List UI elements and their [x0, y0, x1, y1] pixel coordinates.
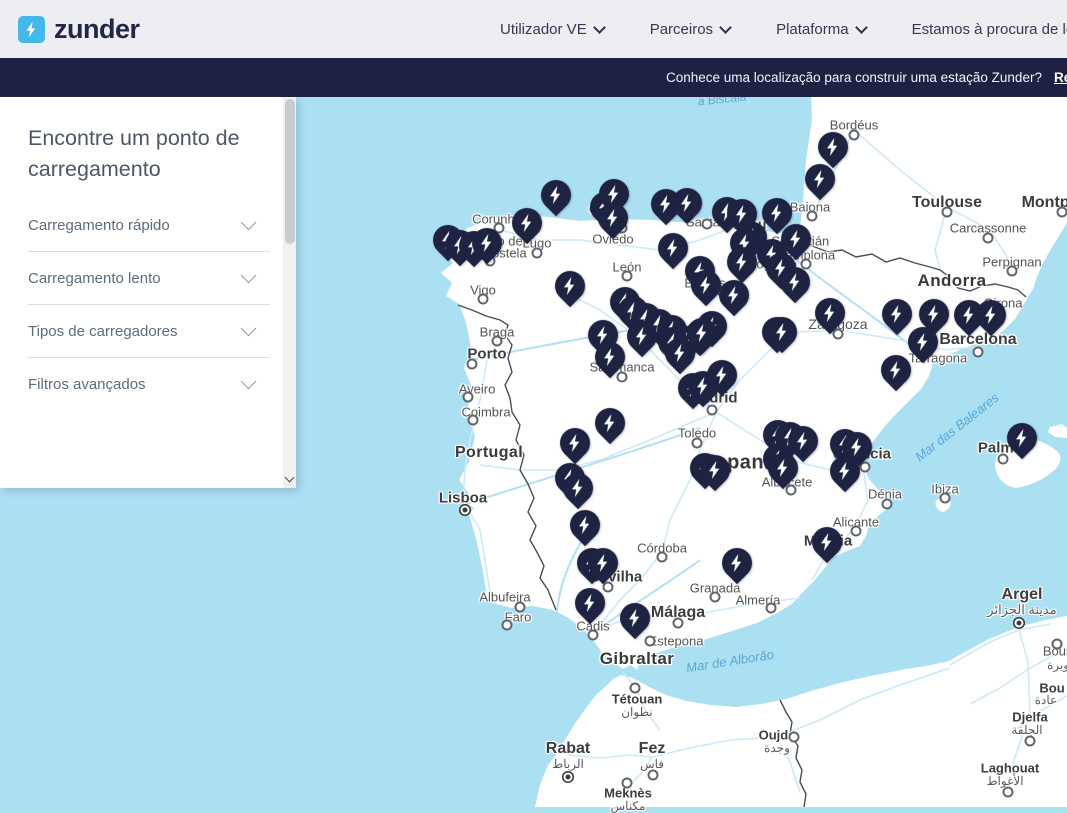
city-dot-marker [833, 329, 844, 340]
city-dot-marker [463, 392, 474, 403]
zunder-bolt-icon [18, 16, 45, 43]
scrollbar-down-button[interactable] [283, 471, 296, 487]
city-dot-marker [603, 582, 614, 593]
filter-accordion[interactable]: Carregamento lento [0, 252, 296, 304]
nav-item[interactable]: Estamos à procura de lo [912, 21, 1067, 38]
city-dot-marker [702, 219, 713, 230]
city-target-marker [1017, 621, 1022, 626]
city-label: مكناس [611, 799, 646, 813]
city-dot-marker [630, 683, 641, 694]
city-label: Fez [639, 740, 666, 758]
chevron-down-icon [719, 21, 732, 34]
city-dot-marker [622, 778, 633, 789]
city-dot-marker [973, 347, 984, 358]
city-label: عادة [1035, 693, 1057, 707]
chevron-down-icon [241, 321, 257, 337]
chevron-down-icon [593, 21, 606, 34]
promo-banner: Conhece uma localização para construir u… [0, 58, 1067, 97]
city-dot-marker [983, 233, 994, 244]
filter-label: Carregamento lento [28, 270, 161, 287]
city-dot-marker [617, 372, 628, 383]
filter-accordion[interactable]: Filtros avançados [0, 358, 296, 410]
city-label: Estepona [649, 634, 704, 649]
city-dot-marker [707, 405, 718, 416]
city-dot-marker [766, 603, 777, 614]
city-dot-marker [502, 620, 513, 631]
city-dot-marker [588, 630, 599, 641]
chevron-down-icon [241, 215, 257, 231]
city-dot-marker [1003, 787, 1014, 798]
nav-item-label: Parceiros [650, 21, 713, 38]
city-dot-marker [657, 552, 668, 563]
zunder-logo[interactable]: zunder [18, 16, 140, 43]
city-label: Rabat [546, 740, 590, 758]
chevron-down-icon [855, 21, 868, 34]
city-label: مدينة الجزائر [987, 602, 1056, 618]
filters-list: Carregamento rápido Carregamento lento Tip… [0, 199, 296, 410]
brand-name: zunder [54, 16, 140, 43]
city-dot-marker [851, 526, 862, 537]
nav-item-label: Utilizador VE [500, 21, 587, 38]
filter-accordion[interactable]: Carregamento rápido [0, 199, 296, 251]
city-target-marker [463, 508, 468, 513]
city-label: Lisboa [439, 490, 487, 507]
city-label: بويرة [1047, 658, 1067, 672]
city-dot-marker [1057, 207, 1067, 218]
city-dot-marker [492, 336, 503, 347]
scrollbar-thumb[interactable] [285, 99, 295, 244]
filter-label: Filtros avançados [28, 376, 146, 393]
nav-item[interactable]: Plataforma [776, 21, 866, 38]
city-dot-marker [998, 454, 1009, 465]
region-label: Andorra [918, 271, 987, 291]
city-label: نطوان [621, 705, 653, 719]
panel-scrollbar[interactable] [283, 97, 296, 488]
city-dot-marker [478, 294, 489, 305]
city-dot-marker [849, 130, 860, 141]
city-dot-marker [645, 636, 656, 647]
city-dot-marker [940, 493, 951, 504]
region-label: Portugal [455, 444, 523, 462]
city-dot-marker [622, 271, 633, 282]
city-dot-marker [786, 485, 797, 496]
city-label: الرباط [552, 757, 584, 771]
city-label: وجدة [764, 741, 790, 755]
city-dot-marker [532, 248, 543, 259]
city-dot-marker [1025, 736, 1036, 747]
banner-text: Conhece uma localização para construir u… [666, 70, 1042, 85]
city-dot-marker [468, 415, 479, 426]
city-dot-marker [789, 732, 800, 743]
filter-label: Carregamento rápido [28, 217, 170, 234]
chevron-down-icon [241, 374, 257, 390]
filters-panel: Encontre um ponto de carregamento Carreg… [0, 97, 296, 488]
city-target-marker [566, 775, 571, 780]
city-dot-marker [467, 359, 478, 370]
top-header: zunder Utilizador VE Parceiros Plataforma E… [0, 0, 1067, 58]
chevron-down-icon [285, 473, 295, 483]
city-dot-marker [692, 438, 703, 449]
nav-item-label: Plataforma [776, 21, 849, 38]
city-dot-marker [807, 211, 818, 222]
city-dot-marker [942, 207, 953, 218]
city-dot-marker [710, 592, 721, 603]
city-dot-marker [648, 770, 659, 781]
city-dot-marker [1052, 639, 1063, 650]
nav-item[interactable]: Parceiros [650, 21, 730, 38]
city-dot-marker [515, 602, 526, 613]
filter-accordion[interactable]: Tipos de carregadores [0, 305, 296, 357]
chevron-down-icon [241, 268, 257, 284]
city-dot-marker [882, 499, 893, 510]
region-label: Gibraltar [600, 649, 674, 669]
filter-label: Tipos de carregadores [28, 323, 178, 340]
nav-item[interactable]: Utilizador VE [500, 21, 604, 38]
main-nav: Utilizador VE Parceiros Plataforma Estamos … [500, 0, 1067, 58]
panel-title: Encontre um ponto de carregamento [28, 123, 270, 185]
nav-item-label: Estamos à procura de lo [912, 21, 1067, 38]
banner-recommend-link[interactable]: Recome [1054, 70, 1067, 85]
city-dot-marker [1007, 266, 1018, 277]
city-dot-marker [673, 618, 684, 629]
